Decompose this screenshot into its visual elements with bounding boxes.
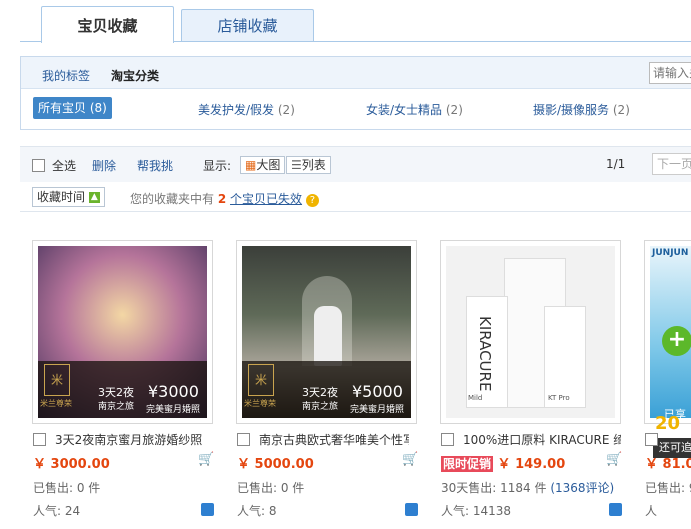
reviews-link[interactable]: (1368评论) — [550, 481, 614, 495]
category-photo[interactable]: 摄影/摄像服务 (2) — [533, 101, 630, 118]
product-price: ￥ 149.00 — [497, 457, 566, 472]
product-image[interactable]: KIRACURE Mild KT Pro — [446, 246, 615, 418]
select-all-checkbox[interactable] — [32, 158, 45, 172]
view-list-label: 列表 — [301, 158, 326, 172]
image-price: ¥5000 — [352, 382, 403, 401]
share-icon[interactable] — [201, 503, 214, 516]
product-checkbox[interactable] — [237, 432, 250, 446]
invalid-items-link[interactable]: 个宝贝已失效 — [230, 192, 302, 206]
view-large-button[interactable]: ▦大图 — [240, 156, 286, 174]
list-icon: ☰ — [291, 158, 302, 172]
image-brand: 米兰尊荣 — [40, 399, 72, 408]
product-sold: 已售出: 0 件 — [237, 481, 305, 495]
share-icon[interactable] — [405, 503, 418, 516]
image-tour: 南京之旅 — [302, 402, 339, 412]
product-title[interactable]: 100%进口原料 KIRACURE 绮 — [463, 431, 621, 448]
invalid-items-notice: 您的收藏夹中有 2 个宝贝已失效 ? — [130, 190, 319, 207]
image-price: ¥3000 — [148, 382, 199, 401]
category-all[interactable]: 所有宝贝 (8) — [33, 97, 112, 119]
product-checkbox[interactable] — [441, 432, 454, 446]
category-hair[interactable]: 美发护发/假发 (2) — [198, 101, 295, 118]
sort-by-time-button[interactable]: 收藏时间 ▲ — [32, 187, 105, 207]
tab-item-favorites[interactable]: 宝贝收藏 — [41, 6, 174, 43]
category-womens[interactable]: 女装/女士精品 (2) — [366, 101, 463, 118]
category-count: (2) — [612, 103, 630, 117]
grid-icon: ▦ — [245, 158, 257, 172]
category-panel: 我的标签 淘宝分类 所有宝贝 (8) 美发护发/假发 (2) 女装/女士精品 (… — [20, 56, 691, 130]
cart-icon[interactable]: 🛒 — [402, 453, 418, 467]
sort-label: 收藏时间 — [37, 190, 86, 204]
notice-count: 2 — [217, 192, 227, 206]
product-sold: 已售出: 0 件 — [33, 481, 101, 495]
product-checkbox[interactable] — [33, 432, 46, 446]
product-price: ￥ 3000.00 — [33, 457, 110, 472]
help-choose-button[interactable]: 帮我挑 — [137, 157, 173, 174]
category-label: 女装/女士精品 — [366, 103, 443, 117]
product-price: ￥ 5000.00 — [237, 457, 314, 472]
image-brand: JUNJUN — [652, 248, 689, 258]
product-price: ￥ 81.0 — [645, 457, 691, 472]
page-indicator: 1/1 — [606, 157, 626, 171]
delete-button[interactable]: 删除 — [92, 157, 116, 174]
select-all-label[interactable]: 全选 — [52, 157, 76, 174]
image-sub1: Mild — [468, 394, 483, 402]
category-label: 美发护发/假发 — [198, 103, 275, 117]
product-price-row: 限时促销 ￥ 149.00 — [441, 453, 565, 472]
image-sub2: KT Pro — [548, 394, 570, 402]
product-popularity: 人 — [645, 504, 658, 518]
tab-shop-favorites[interactable]: 店铺收藏 — [181, 9, 314, 41]
product-sold: 已售出: 9 — [645, 481, 691, 495]
help-icon[interactable]: ? — [305, 194, 319, 207]
sort-bar: 收藏时间 ▲ 您的收藏夹中有 2 个宝贝已失效 ? — [20, 182, 691, 212]
display-label: 显示: — [203, 159, 232, 173]
product-popularity: 人气: 24 — [33, 504, 81, 518]
category-count: (2) — [277, 103, 295, 117]
product-checkbox[interactable] — [645, 432, 658, 446]
image-brand: KIRACURE — [476, 316, 494, 392]
sold-count: 30天售出: 1184 件 — [441, 481, 547, 495]
category-label: 摄影/摄像服务 — [533, 103, 610, 117]
product-popularity: 人气: 8 — [237, 504, 277, 518]
cart-icon[interactable]: 🛒 — [606, 453, 622, 467]
category-label: 所有宝贝 — [38, 101, 87, 115]
product-sold: 30天售出: 1184 件 (1368评论) — [441, 479, 614, 496]
product-title[interactable]: 南京古典欧式奢华唯美个性写 — [259, 431, 409, 448]
product-card[interactable]: 米 米兰尊荣 3天2夜 南京之旅 ¥5000 完美蜜月婚照 — [236, 240, 417, 424]
taobao-categories-link[interactable]: 淘宝分类 — [111, 67, 159, 84]
brand-logo-icon: 米 — [44, 364, 70, 396]
image-brand: 米兰尊荣 — [244, 399, 276, 408]
image-caption: 完美蜜月婚照 — [350, 405, 405, 415]
image-text2: 20 — [655, 413, 681, 434]
image-days: 3天2夜 — [302, 386, 338, 399]
my-tags-link[interactable]: 我的标签 — [42, 67, 90, 84]
product-card[interactable]: 米 米兰尊荣 3天2夜 南京之旅 ¥3000 完美蜜月婚照 — [32, 240, 213, 424]
product-title[interactable]: 3天2夜南京蜜月旅游婚纱照 — [55, 431, 205, 448]
product-card[interactable]: KIRACURE Mild KT Pro — [440, 240, 621, 424]
product-image[interactable]: 米 米兰尊荣 3天2夜 南京之旅 ¥5000 完美蜜月婚照 — [242, 246, 411, 418]
toolbar: 全选 删除 帮我挑 显示: ▦大图 ☰列表 1/1 下一页 — [20, 146, 691, 182]
cart-icon[interactable]: 🛒 — [198, 453, 214, 467]
promo-badge: 限时促销 — [441, 456, 494, 472]
category-count: (8) — [89, 101, 107, 115]
image-tour: 南京之旅 — [98, 402, 135, 412]
product-image[interactable]: JUNJUN + 已享单 — [650, 246, 691, 418]
image-caption: 完美蜜月婚照 — [146, 405, 201, 415]
view-large-label: 大图 — [256, 158, 281, 172]
tag-search-input[interactable] — [649, 62, 691, 84]
arrow-up-icon: ▲ — [88, 192, 100, 203]
notice-prefix: 您的收藏夹中有 — [130, 192, 215, 206]
product-card[interactable]: JUNJUN + 已享单 20 还可追 — [644, 240, 691, 458]
next-page-button[interactable]: 下一页 — [652, 153, 691, 175]
share-icon[interactable] — [609, 503, 622, 516]
category-count: (2) — [445, 103, 463, 117]
product-image[interactable]: 米 米兰尊荣 3天2夜 南京之旅 ¥3000 完美蜜月婚照 — [38, 246, 207, 418]
view-list-button[interactable]: ☰列表 — [286, 156, 331, 174]
category-header: 我的标签 淘宝分类 — [21, 57, 691, 89]
image-days: 3天2夜 — [98, 386, 134, 399]
brand-logo-icon: 米 — [248, 364, 274, 396]
product-popularity: 人气: 14138 — [441, 504, 512, 518]
plus-icon: + — [662, 326, 691, 356]
